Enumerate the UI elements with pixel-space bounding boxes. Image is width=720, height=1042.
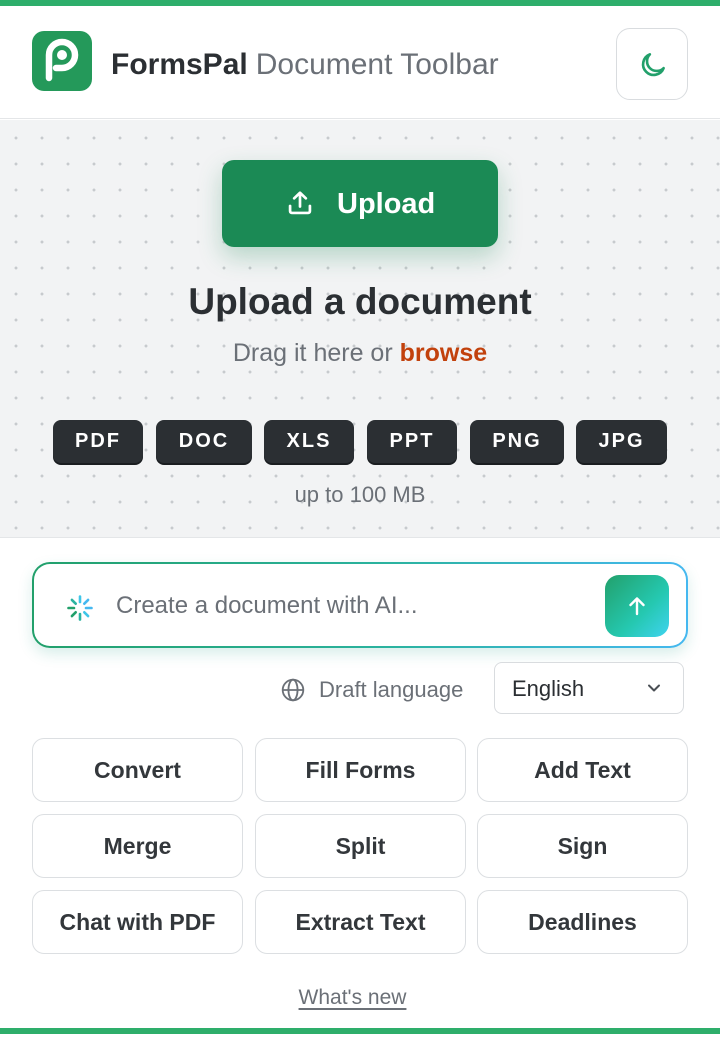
theme-toggle-button[interactable] — [616, 28, 688, 100]
moon-icon — [641, 53, 665, 77]
ai-prompt-box — [32, 562, 688, 648]
upload-button-label: Upload — [337, 188, 436, 220]
tool-add-text-button[interactable]: Add Text — [477, 738, 688, 802]
globe-icon — [281, 678, 305, 702]
brand-subtitle: Document Toolbar — [255, 48, 499, 81]
language-select[interactable]: English — [494, 662, 684, 714]
format-chip-doc: DOC — [156, 420, 252, 463]
app-header: FormsPal Document Toolbar — [0, 6, 720, 119]
ai-sparkle-spinner-icon — [67, 595, 93, 621]
whats-new-container: What's new — [0, 985, 705, 1011]
whats-new-link[interactable]: What's new — [299, 986, 407, 1009]
chevron-down-icon — [648, 684, 660, 692]
brand-name: FormsPal — [111, 48, 248, 81]
format-chip-png: PNG — [470, 420, 564, 463]
tool-convert-button[interactable]: Convert — [32, 738, 243, 802]
format-chip-jpg: JPG — [576, 420, 667, 463]
tool-fill-forms-button[interactable]: Fill Forms — [255, 738, 466, 802]
ai-prompt-inner — [34, 564, 686, 646]
ai-send-button[interactable] — [605, 575, 669, 637]
ai-prompt-input[interactable] — [116, 588, 586, 624]
dropzone-subtitle: Drag it here or browse — [0, 338, 720, 368]
dropzone-title: Upload a document — [188, 281, 532, 322]
bottom-accent-bar — [0, 1028, 720, 1034]
upload-button[interactable]: Upload — [222, 160, 498, 247]
format-chip-ppt: PPT — [367, 420, 457, 463]
app-title: FormsPal Document Toolbar — [111, 47, 499, 83]
formspal-logo-icon — [32, 31, 92, 91]
tool-split-button[interactable]: Split — [255, 814, 466, 878]
browse-link[interactable]: browse — [400, 339, 488, 367]
tool-extract-text-button[interactable]: Extract Text — [255, 890, 466, 954]
size-limit-note: up to 100 MB — [294, 482, 426, 507]
upload-icon — [288, 191, 312, 215]
tool-sign-button[interactable]: Sign — [477, 814, 688, 878]
format-chip-xls: XLS — [264, 420, 354, 463]
tool-deadlines-button[interactable]: Deadlines — [477, 890, 688, 954]
draft-language-text: Draft language — [319, 677, 464, 702]
format-chips: PDF DOC XLS PPT PNG JPG — [53, 420, 673, 463]
language-select-value: English — [512, 676, 585, 701]
upload-dropzone[interactable]: Upload Upload a document Drag it here or… — [0, 120, 720, 538]
arrow-up-icon — [629, 597, 645, 616]
tool-chat-with-pdf-button[interactable]: Chat with PDF — [32, 890, 243, 954]
drag-hint-text: Drag it here or — [232, 339, 393, 367]
tool-merge-button[interactable]: Merge — [32, 814, 243, 878]
format-chip-pdf: PDF — [53, 420, 143, 463]
